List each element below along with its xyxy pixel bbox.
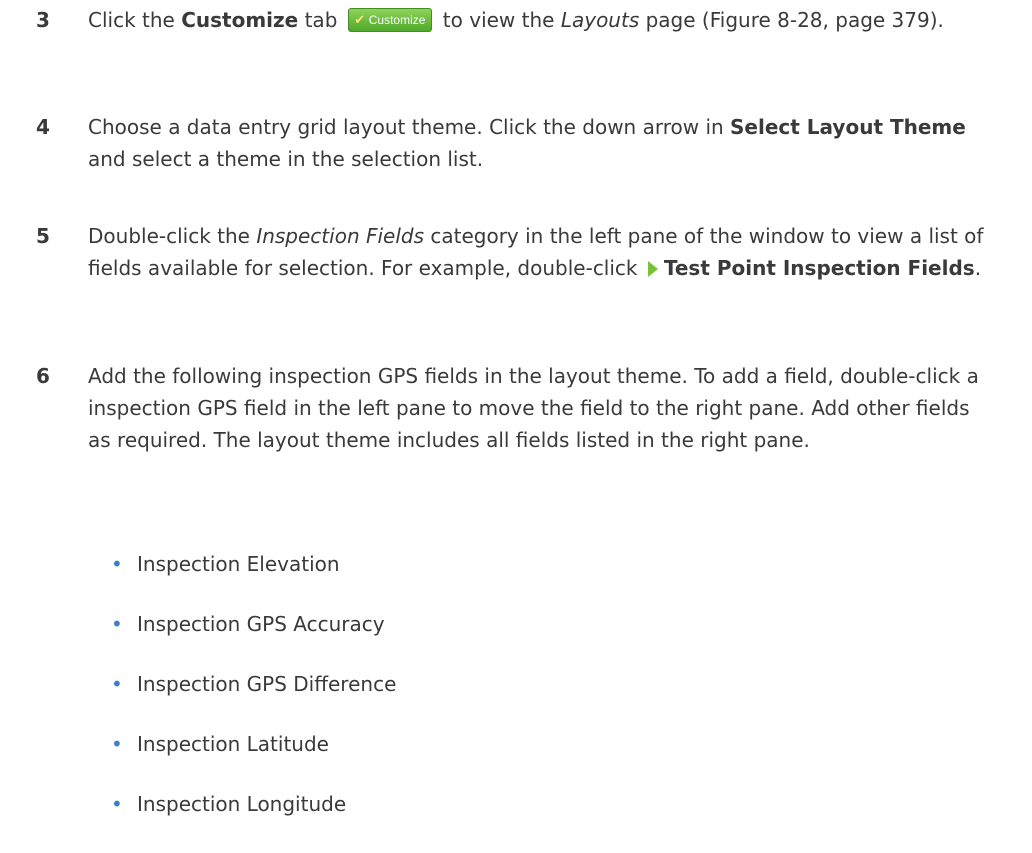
step-text: Add the following inspection GPS fields … <box>88 364 979 452</box>
step-number: 5 <box>36 224 50 248</box>
step-number: 4 <box>36 115 50 139</box>
list-item: • Inspection Elevation <box>0 548 1032 580</box>
step-text: Double-click the Inspection Fields categ… <box>88 224 984 280</box>
list-item: • Inspection Latitude <box>0 728 1032 760</box>
step-text: Click the Customize tab ✔ Customize to vi… <box>88 7 944 32</box>
step-text: Choose a data entry grid layout theme. C… <box>88 115 966 171</box>
bullet-icon: • <box>111 672 123 696</box>
step-number: 3 <box>36 8 50 32</box>
list-item: • Inspection GPS Difference <box>0 668 1032 700</box>
list-item: • Inspection GPS Accuracy <box>0 608 1032 640</box>
inspection-fields-ref: Inspection Fields <box>256 224 425 248</box>
bullet-icon: • <box>111 552 123 576</box>
wrench-icon: ✔ <box>354 11 366 27</box>
bullet-icon: • <box>111 792 123 816</box>
step-number: 6 <box>36 364 50 388</box>
triangle-right-icon <box>647 261 658 277</box>
test-point-inspection-fields-label: Test Point Inspection Fields <box>663 256 975 280</box>
bullet-icon: • <box>111 732 123 756</box>
bullet-icon: • <box>111 612 123 636</box>
select-layout-theme-label: Select Layout Theme <box>730 115 966 139</box>
layouts-page-ref: Layouts <box>560 8 640 32</box>
customize-label: Customize <box>181 8 299 32</box>
customize-tab-button[interactable]: ✔ Customize <box>347 7 433 32</box>
list-item: • Inspection Longitude <box>0 788 1032 820</box>
